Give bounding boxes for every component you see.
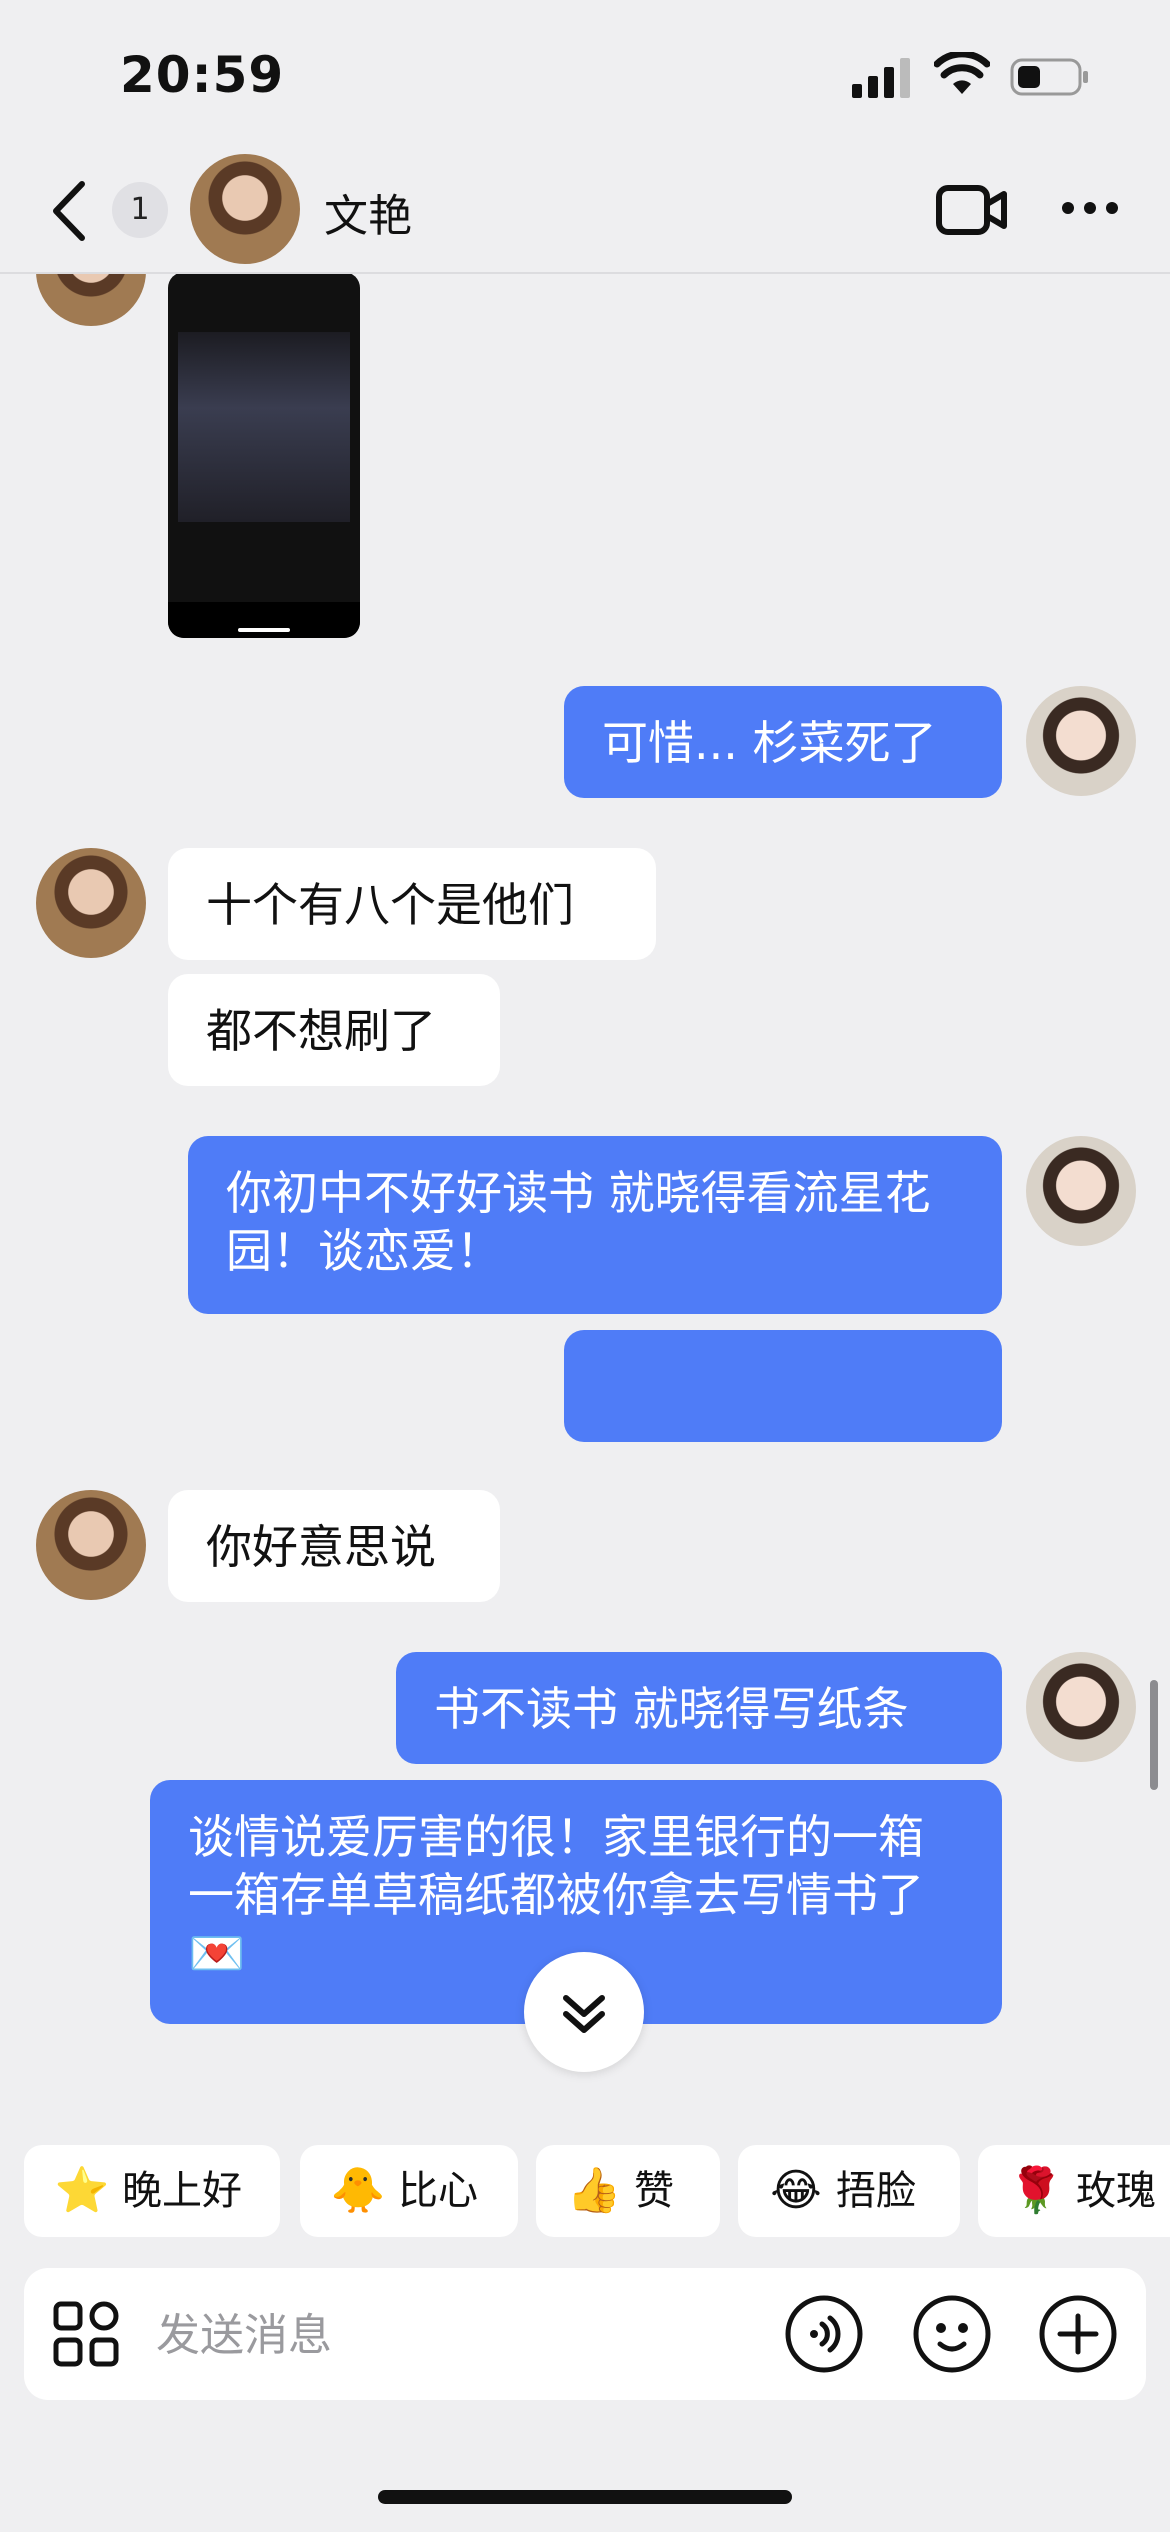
my-avatar[interactable]	[1026, 1652, 1136, 1762]
wifi-icon	[934, 52, 990, 94]
scroll-to-bottom-button[interactable]	[524, 1952, 644, 2072]
contact-avatar[interactable]	[36, 1490, 146, 1600]
rose-icon: 🌹	[1008, 2165, 1064, 2216]
quick-reply-chip[interactable]: 👍 赞	[536, 2145, 720, 2237]
plus-icon[interactable]	[1038, 2294, 1118, 2374]
signal-icon	[852, 58, 910, 98]
contact-avatar[interactable]	[36, 848, 146, 958]
quick-reply-label: 赞	[634, 2168, 674, 2214]
chick-heart-icon: 🐥	[330, 2165, 386, 2216]
quick-reply-label: 捂脸	[836, 2168, 916, 2214]
quick-reply-chip[interactable]: ⭐ 晚上好	[24, 2145, 280, 2237]
quick-reply-label: 玫瑰	[1076, 2168, 1156, 2214]
blurred-text	[602, 1358, 964, 1416]
quick-reply-chip[interactable]: 😂 捂脸	[738, 2145, 960, 2237]
video-call-icon[interactable]	[936, 182, 1008, 238]
scroll-indicator[interactable]	[1150, 1680, 1158, 1790]
contact-name[interactable]: 文艳	[324, 180, 412, 244]
message-bubble-sent-blurred[interactable]	[564, 1330, 1002, 1442]
double-chevron-down-icon	[563, 1995, 605, 2033]
message-bubble-received[interactable]: 十个有八个是他们	[168, 848, 656, 960]
my-avatar[interactable]	[1026, 686, 1136, 796]
message-bubble-sent[interactable]: 你初中不好好读书 就晓得看流星花园！谈恋爱！	[188, 1136, 1002, 1314]
back-icon[interactable]	[44, 176, 96, 246]
thumbs-up-icon: 👍	[566, 2165, 622, 2216]
contact-avatar[interactable]	[190, 154, 300, 264]
star-face-icon: ⭐	[54, 2165, 110, 2216]
my-avatar[interactable]	[1026, 1136, 1136, 1246]
emoji-icon[interactable]	[912, 2294, 992, 2374]
message-input-bar	[24, 2268, 1146, 2400]
quick-reply-label: 晚上好	[122, 2168, 242, 2214]
message-bubble-received[interactable]: 你好意思说	[168, 1490, 500, 1602]
quick-reply-chip[interactable]: 🐥 比心	[300, 2145, 518, 2237]
unread-badge: 1	[112, 182, 168, 238]
facepalm-icon: 😂	[770, 2165, 822, 2216]
voice-icon[interactable]	[784, 2294, 864, 2374]
home-indicator[interactable]	[378, 2490, 792, 2504]
quick-reply-chip[interactable]: 🌹 玫瑰	[978, 2145, 1170, 2237]
chat-header: 1 文艳	[0, 150, 1170, 274]
battery-icon	[1010, 58, 1088, 96]
message-bubble-sent[interactable]: 书不读书 就晓得写纸条	[396, 1652, 1002, 1764]
quick-reply-bar: ⭐ 晚上好 🐥 比心 👍 赞 😂 捂脸 🌹 玫瑰	[0, 2145, 1170, 2237]
more-icon[interactable]	[1060, 196, 1120, 220]
message-input[interactable]	[154, 2304, 758, 2366]
status-time: 20:59	[120, 46, 285, 104]
status-bar: 20:59	[0, 0, 1170, 150]
message-bubble-sent[interactable]: 可惜... 杉菜死了	[564, 686, 1002, 798]
apps-grid-icon[interactable]	[52, 2300, 120, 2368]
shared-video-thumbnail[interactable]	[168, 272, 360, 638]
message-bubble-received[interactable]: 都不想刷了	[168, 974, 500, 1086]
quick-reply-label: 比心	[398, 2168, 478, 2214]
